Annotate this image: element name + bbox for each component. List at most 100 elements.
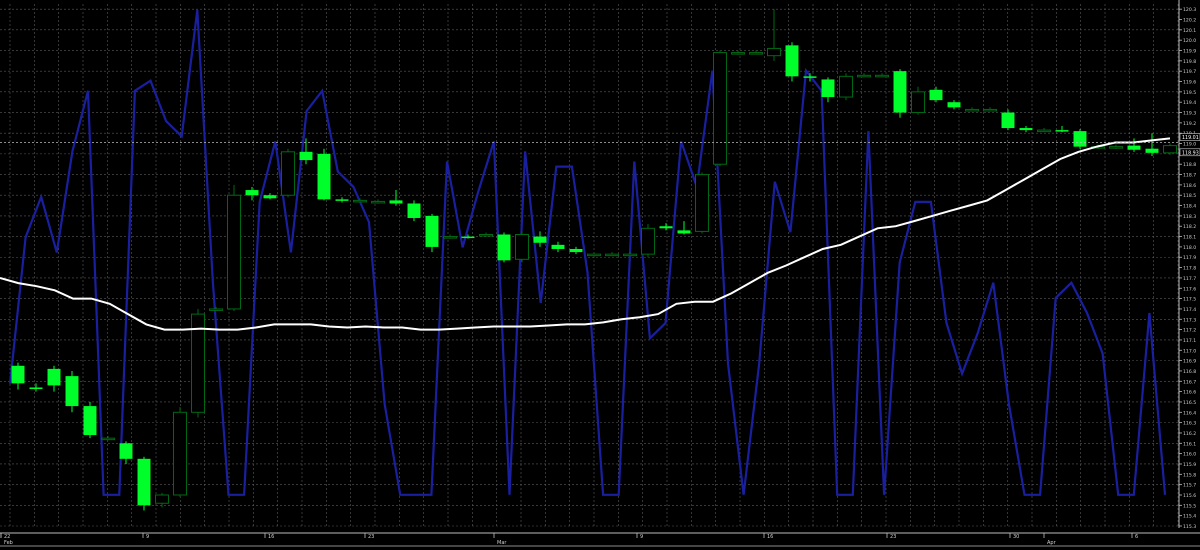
y-axis: 115.3 115.4 115.5 115.6 115.7 115.8 115.9 116.0…: [1178, 0, 1200, 550]
candle-body: [1019, 128, 1033, 131]
y-axis-tick-label: 116.0: [1183, 452, 1196, 458]
y-axis-tick-label: 115.4: [1183, 514, 1196, 520]
candle-body: [677, 230, 691, 234]
candle-body: [11, 365, 25, 384]
y-axis-tick-label: 117.7: [1183, 276, 1196, 282]
candle: [785, 42, 799, 82]
candle: [317, 148, 331, 201]
y-axis-tick-label: 115.5: [1183, 503, 1196, 509]
y-axis-tick-label: 115.3: [1183, 524, 1196, 530]
y-axis-tick-label: 115.7: [1183, 483, 1196, 489]
candle-body: [713, 52, 727, 165]
y-axis-tick-label: 117.1: [1183, 338, 1196, 344]
y-axis-tick-label: 118.3: [1183, 214, 1196, 220]
x-axis-tick-label: 23: [890, 534, 896, 540]
x-axis-tick-label: 9: [640, 534, 643, 540]
candle-body: [767, 47, 781, 57]
y-axis-tick-label: 117.5: [1183, 297, 1196, 303]
candle-body: [29, 387, 43, 389]
y-axis-tick-label: 118.5: [1183, 193, 1196, 199]
candle-body: [731, 52, 745, 55]
candle-body: [587, 253, 601, 257]
candle: [515, 231, 529, 263]
candle: [1163, 143, 1177, 155]
candle-body: [947, 102, 961, 108]
candle-body: [245, 190, 259, 196]
y-axis-tick-label: 119.3: [1183, 111, 1196, 117]
y-axis-tick-label: 119.0: [1183, 142, 1196, 148]
chart-root: 115.3 115.4 115.5 115.6 115.7 115.8 115.9 116.0…: [0, 0, 1200, 550]
candle: [191, 308, 205, 418]
candle-body: [695, 174, 709, 232]
candle-body: [983, 108, 997, 112]
y-axis-tick-label: 119.8: [1183, 59, 1196, 65]
candle: [713, 50, 727, 167]
y-axis-tick-label: 118.8: [1183, 162, 1196, 168]
candle-body: [533, 236, 547, 243]
candle-body: [965, 108, 979, 112]
candle: [83, 401, 97, 439]
candle-body: [83, 406, 97, 436]
candle-body: [623, 253, 637, 257]
candle-body: [65, 376, 79, 407]
candle-body: [1055, 130, 1069, 132]
candle-body: [857, 74, 871, 78]
candle-body: [515, 234, 529, 260]
x-axis-tick-label: Feb: [4, 540, 13, 546]
candle-body: [47, 368, 61, 386]
candle-body: [461, 236, 475, 239]
y-axis-tick-label: 115.9: [1183, 462, 1196, 468]
y-axis-tick-label: 119.9: [1183, 49, 1196, 55]
candle-body: [119, 443, 133, 459]
y-axis-tick-label: 116.4: [1183, 410, 1196, 416]
y-axis-tick-label: 116.2: [1183, 431, 1196, 437]
candle-body: [551, 244, 565, 249]
x-axis-tick-label: Mar: [497, 540, 507, 546]
y-axis-tick-label: 119.7: [1183, 69, 1196, 75]
candle-body: [497, 234, 511, 261]
y-axis-tick-label: 117.6: [1183, 286, 1196, 292]
y-axis-tick-label: 116.8: [1183, 369, 1196, 375]
y-axis-tick-label: 120.2: [1183, 18, 1196, 24]
y-axis-tick-label: 116.3: [1183, 421, 1196, 427]
candle-body: [569, 248, 583, 253]
candle-body: [137, 458, 151, 506]
candle: [695, 172, 709, 234]
candle-body: [155, 494, 169, 504]
x-axis-tick-label: 23: [368, 534, 374, 540]
candle-body: [839, 75, 853, 98]
y-axis-tick-label: 120.3: [1183, 7, 1196, 13]
y-axis-tick-label: 119.6: [1183, 80, 1196, 86]
candle-body: [803, 76, 817, 78]
candle-body: [1145, 148, 1159, 153]
candle: [641, 224, 655, 258]
candle: [281, 148, 295, 198]
y-axis-tick-label: 118.2: [1183, 224, 1196, 230]
candle-body: [911, 91, 925, 114]
y-axis-tick-label: 119.4: [1183, 100, 1196, 106]
x-axis-tick-label: 6: [1135, 534, 1138, 540]
y-axis-tick-label: 118.1: [1183, 235, 1196, 241]
x-axis-tick-label: 16: [767, 534, 773, 540]
y-axis-tick-label: 115.8: [1183, 472, 1196, 478]
candle: [425, 213, 439, 253]
candle-body: [659, 226, 673, 229]
current-price-label: 119.01: [1182, 135, 1199, 141]
candle-body: [101, 437, 115, 441]
current-price-label: 118.93: [1182, 150, 1199, 156]
candle-body: [479, 234, 493, 237]
y-axis-tick-label: 116.6: [1183, 390, 1196, 396]
candle-body: [299, 151, 313, 161]
candle-body: [893, 71, 907, 113]
candle-body: [209, 308, 223, 311]
candle: [1001, 109, 1015, 131]
y-axis-tick-label: 120.0: [1183, 38, 1196, 44]
candle-body: [1001, 112, 1015, 129]
y-axis-tick-label: 117.0: [1183, 348, 1196, 354]
candle-body: [641, 227, 655, 255]
candle-body: [443, 236, 457, 239]
candle-body: [335, 199, 349, 201]
candle-body: [1127, 145, 1141, 150]
x-axis-tick-label: 30: [1013, 534, 1019, 540]
candle-body: [1163, 145, 1177, 154]
